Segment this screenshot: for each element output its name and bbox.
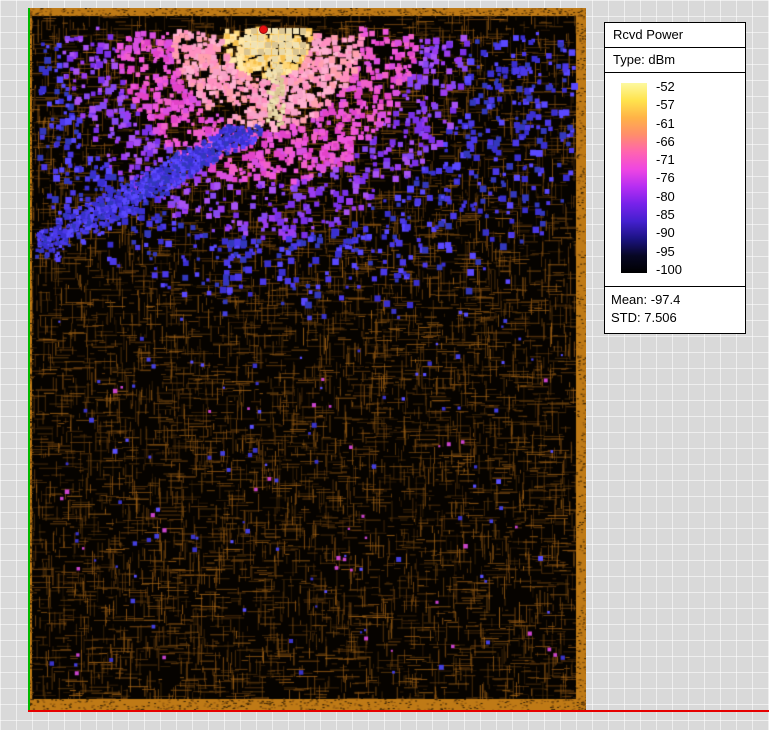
- legend-stats: Mean: -97.4 STD: 7.506: [605, 287, 745, 333]
- legend-tick: -66: [656, 135, 682, 148]
- coverage-map-view[interactable]: [28, 8, 586, 710]
- legend-title: Rcvd Power: [605, 23, 745, 48]
- legend-tick: -95: [656, 245, 682, 258]
- legend-color-scale: -52 -57 -61 -66 -71 -76 -80 -85 -90 -95 -100: [605, 73, 745, 287]
- legend-tick: -57: [656, 98, 682, 111]
- legend-mean-value: Mean: -97.4: [611, 291, 739, 309]
- legend-tick: -76: [656, 171, 682, 184]
- legend-ticks: -52 -57 -61 -66 -71 -76 -80 -85 -90 -95 -100: [656, 80, 682, 276]
- legend-type-label: Type: dBm: [605, 48, 745, 73]
- map-bottom-boundary-line: [28, 710, 769, 712]
- legend-tick: -85: [656, 208, 682, 221]
- received-power-heatmap[interactable]: [28, 8, 586, 710]
- legend-tick: -80: [656, 190, 682, 203]
- legend-std-value: STD: 7.506: [611, 309, 739, 327]
- legend-tick: -90: [656, 226, 682, 239]
- legend-gradient-bar: [621, 83, 647, 273]
- legend-panel: Rcvd Power Type: dBm -52-57-61-66-71-76-…: [604, 22, 746, 334]
- map-left-boundary-line: [28, 8, 30, 710]
- cad-workspace: Rcvd Power Type: dBm -52-57-61-66-71-76-…: [0, 0, 769, 730]
- transmitter-marker[interactable]: [259, 25, 268, 34]
- legend-tick: -71: [656, 153, 682, 166]
- legend-tick: -61: [656, 117, 682, 130]
- legend-tick: -100: [656, 263, 682, 276]
- legend-tick: -52: [656, 80, 682, 93]
